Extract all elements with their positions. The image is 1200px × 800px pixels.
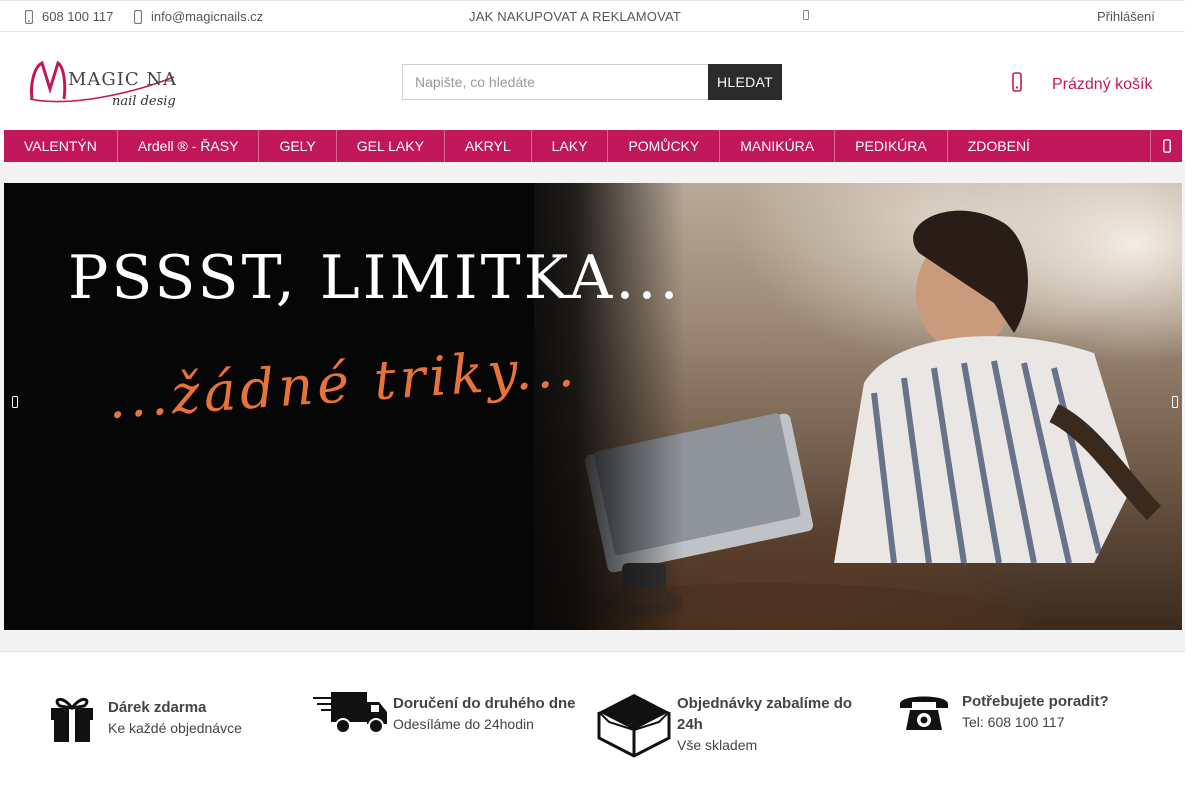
benefit-packing: Objednávky zabalíme do 24h Vše skladem [591,690,877,758]
nav-item-gely[interactable]: GELY [259,130,337,162]
cart-icon [1012,70,1022,99]
benefit-title: Doručení do druhého dne [393,694,576,712]
envelope-icon [133,9,143,24]
benefit-subtitle: Tel: 608 100 117 [962,713,1065,730]
main-nav: VALENTÝN Ardell ® - ŘASY GELY GEL LAKY A… [4,130,1182,162]
logo-subtext: nail design [112,94,176,109]
truck-icon [306,690,393,736]
chevron-right-icon[interactable] [1172,395,1178,413]
benefit-title: Dárek zdarma [108,698,207,716]
search-button[interactable]: HLEDAT [708,64,782,100]
benefit-delivery: Doručení do druhého dne Odesíláme do 24h… [306,690,576,736]
topbar-email-text: info@magicnails.cz [151,9,264,24]
benefit-support: Potřebujete poradit? Tel: 608 100 117 [886,690,1109,732]
topbar-email[interactable]: info@magicnails.cz [133,9,263,24]
nav-item-pedikura[interactable]: PEDIKÚRA [835,130,948,162]
nav-item-akryl[interactable]: AKRYL [445,130,532,162]
chevron-left-icon[interactable] [12,395,18,413]
globe-icon[interactable] [803,10,809,20]
benefit-title: Potřebujete poradit? [962,692,1109,710]
howto-link[interactable]: JAK NAKUPOVAT A REKLAMOVAT [469,9,681,24]
benefit-subtitle: Vše skladem [677,737,758,753]
cart[interactable]: Prázdný košík [1012,70,1152,99]
nav-item-pomucky[interactable]: POMŮCKY [608,130,721,162]
site-logo[interactable]: MAGIC NAILS nail design [28,55,211,111]
topbar-phone-text: 608 100 117 [42,9,114,24]
cart-label: Prázdný košík [1052,75,1153,93]
logo-text: MAGIC NAILS [68,69,176,90]
banner-headline: PSSST, LIMITKA... [68,243,682,313]
top-bar: 608 100 117 info@magicnails.cz JAK NAKUP… [0,0,1185,32]
phone-icon [24,9,34,24]
search-box: HLEDAT [402,64,782,100]
nav-item-gel-laky[interactable]: GEL LAKY [337,130,445,162]
box-icon [591,690,677,758]
login-link[interactable]: Přihlášení [1097,9,1155,24]
hero-banner[interactable]: PSSST, LIMITKA... ...žádné triky... [4,183,1182,630]
nav-item-valentyn[interactable]: VALENTÝN [4,130,118,162]
benefit-subtitle: Odesíláme do 24hodin [393,715,534,732]
topbar-phone[interactable]: 608 100 117 [24,9,113,24]
nav-item-manikura[interactable]: MANIKÚRA [720,130,836,162]
benefit-subtitle: Ke každé objednávce [108,719,242,736]
benefit-gift: Dárek zdarma Ke každé objednávce [36,690,242,744]
menu-icon[interactable] [1150,130,1182,162]
nav-item-laky[interactable]: LAKY [532,130,609,162]
benefit-title: Objednávky zabalíme do 24h [677,695,853,733]
nav-item-zdobeni[interactable]: ZDOBENÍ [948,130,1050,162]
search-input[interactable] [402,64,708,100]
nav-item-ardell[interactable]: Ardell ® - ŘASY [118,130,260,162]
telephone-icon [886,690,962,732]
gift-icon [36,690,108,744]
